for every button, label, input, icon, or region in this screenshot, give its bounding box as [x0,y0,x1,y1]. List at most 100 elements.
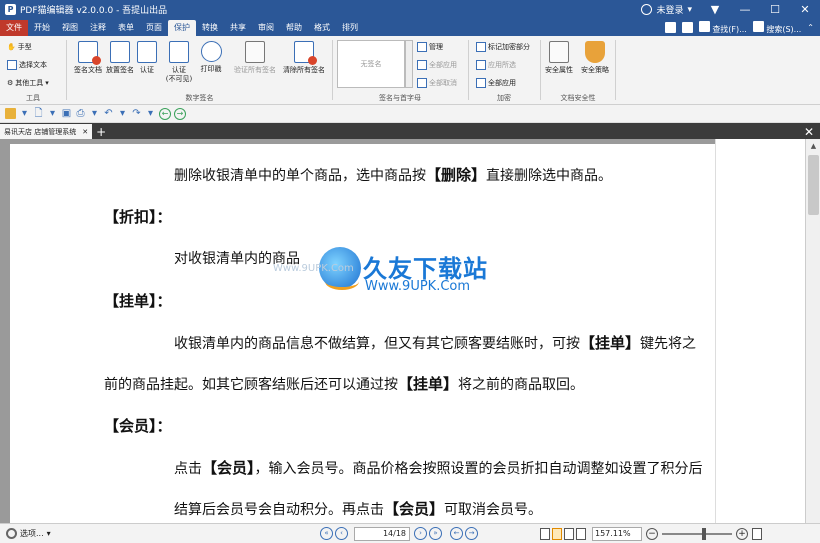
quick-access-toolbar: ▾ 🗋 ▾ ▣ ⎙ ▾ ↶ ▾ ↷ ▾ ← → [0,105,820,123]
security-policy-label: 安全策略 [581,66,609,74]
paragraph-3: 收银清单内的商品信息不做结算，但又有其它顾客要结账时，可按【挂单】键先将之 [174,334,697,352]
security-properties-button[interactable]: 安全属性 [541,39,577,75]
tab-protect[interactable]: 保护 [168,20,196,36]
first-page-icon[interactable]: « [320,527,333,540]
app-logo-icon: P [5,4,16,15]
print-timestamp-label: 打印戳 [200,65,222,73]
forward-view-icon[interactable]: → [465,527,478,540]
prev-page-icon[interactable]: ‹ [335,527,348,540]
clear-all-button[interactable]: 清除所有签名 [279,39,329,75]
security-policy-button[interactable]: 安全策略 [577,39,613,75]
group-label-signature-initials: 签名与首字母 [379,94,421,102]
group-label-redaction: 加密 [497,94,511,102]
document-tab[interactable]: 易讯天店 店铺管理系统 ✕ [0,124,93,139]
tab-view[interactable]: 视图 [56,20,84,36]
scroll-thumb[interactable] [807,155,819,215]
tab-comment[interactable]: 注释 [84,20,112,36]
heading-hold: 【挂单】： [104,292,172,310]
group-label-tools: 工具 [26,94,40,102]
dropdown-icon[interactable]: ▾ [145,108,156,119]
zoom-slider-knob[interactable] [702,527,706,540]
certify-button[interactable]: 认证 [131,39,163,75]
dropdown-icon[interactable]: ▾ [19,108,30,119]
login-status[interactable]: 未登录 ▾ [641,3,692,16]
search-button[interactable]: 搜索(S)... [752,20,801,35]
menu-button[interactable]: ▼ [700,0,730,19]
maximize-button[interactable]: ☐ [760,0,790,19]
title-bar: P PDF猫编辑器 v2.0.0.0 - 吾提山出品 未登录 ▾ ▼ — ☐ ✕ [0,0,820,19]
certify-label: 认证 [140,66,154,74]
tab-review[interactable]: 审阅 [252,20,280,36]
hand-label: 手型 [17,43,32,51]
select-text-button[interactable]: 选择文本 [7,58,47,72]
page-number-input[interactable]: 14/18 [354,526,410,541]
tab-convert[interactable]: 转换 [196,20,224,36]
forward-icon[interactable]: → [174,107,186,120]
tab-format[interactable]: 格式 [308,20,336,36]
facing-page-icon[interactable] [564,527,574,540]
save-icon[interactable]: ▣ [61,108,72,119]
tab-share[interactable]: 共享 [224,20,252,36]
select-text-icon [7,60,17,70]
next-page-icon[interactable]: › [414,527,427,540]
back-icon[interactable]: ← [159,107,171,120]
open-folder-icon[interactable] [5,108,16,119]
new-tab-icon[interactable]: + [96,125,106,139]
watermark-faint: Www.9UPK.Com [273,263,354,274]
continuous-facing-icon[interactable] [576,527,586,540]
tab-arrange[interactable]: 排列 [336,20,364,36]
print-icon[interactable]: ⎙ [75,108,86,119]
zoom-select[interactable]: 157.11% [592,526,642,541]
collapse-ribbon-icon[interactable]: ⌃ [807,23,814,32]
zoom-slider[interactable] [662,527,732,540]
dropdown-icon: ▾ [45,79,49,87]
status-bar: 选项... ▾ « ‹ 14/18 › » ← → 157.11% − + [0,523,820,543]
lock-icon [549,41,569,63]
dropdown-icon[interactable]: ▾ [117,108,128,119]
vertical-scrollbar[interactable]: ▲ [805,139,820,523]
sign-document-icon [78,41,101,65]
tab-form[interactable]: 表单 [112,20,140,36]
list-icon[interactable] [681,22,693,33]
group-redaction: 加密 [469,36,539,105]
pdf-page[interactable]: 删除收银清单中的单个商品，选中商品按【删除】直接删除选中商品。 【折扣】： 对收… [10,144,715,523]
single-page-icon[interactable] [540,527,550,540]
back-view-icon[interactable]: ← [450,527,463,540]
layout-icon[interactable] [664,22,676,33]
last-page-icon[interactable]: » [429,527,442,540]
tab-home[interactable]: 开始 [28,20,56,36]
hand-tool-button[interactable]: ✋ 手型 [7,40,32,54]
close-document-icon[interactable]: ✕ [804,125,814,139]
user-icon [641,4,653,15]
tab-help[interactable]: 帮助 [280,20,308,36]
clear-all-icon [294,41,317,65]
certify-invisible-icon [169,41,189,63]
minimize-button[interactable]: — [730,0,760,19]
zoom-in-icon[interactable]: + [736,527,748,540]
gear-icon [6,528,17,539]
options-button[interactable]: 选项... ▾ [0,528,320,539]
document-tabs: 易讯天店 店铺管理系统 ✕ + ✕ [0,123,820,139]
scroll-up-icon[interactable]: ▲ [806,139,820,153]
find-button[interactable]: 查找(F)... [698,20,747,35]
document-area: 删除收银清单中的单个商品，选中商品按【删除】直接删除选中商品。 【折扣】： 对收… [0,139,820,523]
group-tools: ✋ 手型 选择文本 ⚙ 其他工具 ▾ 工具 [0,36,66,105]
dropdown-icon[interactable]: ▾ [47,108,58,119]
continuous-page-icon[interactable] [552,527,562,540]
print-timestamp-button[interactable]: 打印戳 [192,39,230,74]
tab-page[interactable]: 页面 [140,20,168,36]
zoom-out-icon[interactable]: − [646,527,658,540]
other-tools-label: 其他工具 [15,79,44,87]
new-file-icon[interactable]: 🗋 [33,108,44,119]
tab-file[interactable]: 文件 [0,20,28,36]
fit-page-icon[interactable] [752,527,762,540]
redo-icon[interactable]: ↷ [131,108,142,119]
group-doc-security: 安全属性 安全策略 文档安全性 [541,36,615,105]
close-tab-icon[interactable]: ✕ [82,128,88,136]
undo-icon[interactable]: ↶ [103,108,114,119]
other-tools-button[interactable]: ⚙ 其他工具 ▾ [7,76,49,90]
dropdown-icon[interactable]: ▾ [89,108,100,119]
document-tab-label: 易讯天店 店铺管理系统 [4,127,77,136]
verify-all-button[interactable]: 验证所有签名 [230,39,280,75]
close-button[interactable]: ✕ [790,0,820,19]
